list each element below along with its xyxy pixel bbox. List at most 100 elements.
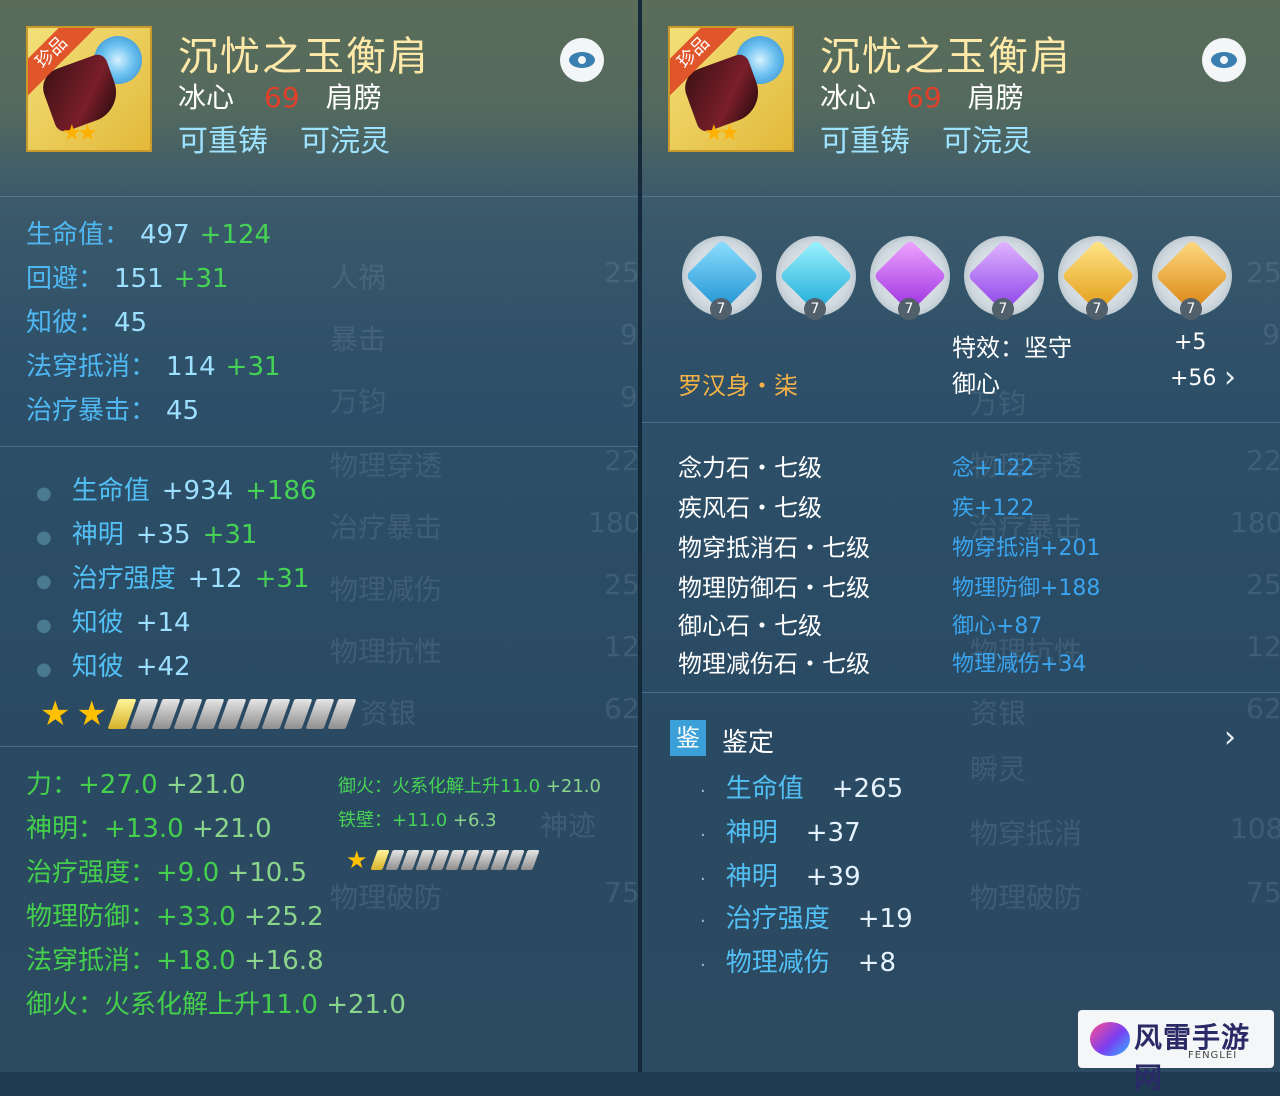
item-slot: 肩膀 (325, 81, 382, 114)
bg-word: 物理破防 (970, 881, 1083, 914)
bg-word: 神迹 (540, 809, 597, 842)
bg-word: 资银 (360, 697, 417, 730)
item-title: 沉忧之玉衡肩 (178, 34, 430, 80)
set-name: 罗汉身・柒 (678, 372, 798, 400)
side-star-progress-bar: ★ (346, 846, 540, 874)
item-tags: 可重铸 可浣灵 (820, 116, 1064, 160)
base-stat: 回避： 151 +31 (26, 264, 229, 294)
appraisal-item: · 物理减伤 +8 (700, 948, 897, 978)
gem-socket-row: 7 7 7 7 7 7 (682, 236, 1246, 320)
chevron-right-icon[interactable]: › (1224, 360, 1236, 395)
item-level: 69 (906, 81, 942, 114)
appraisal-item: · 治疗强度 +19 (700, 904, 913, 934)
bg-number: 12 (604, 630, 638, 663)
item-level: 69 (264, 81, 300, 114)
divider (642, 422, 1280, 423)
tag-recast: 可重铸 (178, 124, 268, 159)
tag-infuse: 可浣灵 (300, 124, 390, 159)
refine-stat: 治疗强度：+9.0 +10.5 (26, 858, 308, 888)
bg-number: 108 (1230, 812, 1280, 845)
stone-name: 物穿抵消石・七级 (678, 534, 870, 562)
fenglei-logo-icon (1090, 1022, 1130, 1056)
item-header: 珍品 ★★ 沉忧之玉衡肩 冰心 69 肩膀 可重铸 可浣灵 (642, 0, 1280, 190)
item-header: 珍品 ★★ 沉忧之玉衡肩 冰心 69 肩膀 可重铸 可浣灵 (0, 0, 638, 190)
refine-stat: 物理防御：+33.0 +25.2 (26, 902, 324, 932)
bg-word: 人祸 (330, 261, 387, 294)
bg-number: 9 (620, 318, 638, 351)
eye-icon[interactable] (1202, 38, 1246, 82)
bg-number: 25 (604, 256, 638, 289)
bg-word: 万钧 (330, 385, 387, 418)
refine-stat: 力：+27.0 +21.0 (26, 770, 246, 800)
bg-word: 治疗暴击 (330, 511, 443, 544)
bg-number: 62 (604, 692, 638, 725)
effect-label: 御心 (952, 370, 1000, 398)
base-stat: 法穿抵消： 114 +31 (26, 352, 281, 382)
stone-effect: 疾+122 (952, 496, 1035, 521)
extra-stat: ● 神明 +35 +31 (36, 520, 258, 550)
gem-socket-gold[interactable]: 7 (1058, 236, 1138, 320)
equipment-panel-right: 万钧 物理穿透 治疗暴击 物理抗性 资银 瞬灵 物穿抵消 物理破防 25 9 2… (642, 0, 1280, 1072)
gem-socket-violet[interactable]: 7 (964, 236, 1044, 320)
tag-infuse: 可浣灵 (942, 124, 1032, 159)
gem-socket-purple[interactable]: 7 (870, 236, 950, 320)
stone-effect: 物穿抵消+201 (952, 536, 1101, 561)
gem-socket-cyan[interactable]: 7 (776, 236, 856, 320)
item-school: 冰心 (820, 81, 877, 114)
stone-name: 疾风石・七级 (678, 494, 822, 522)
divider (642, 692, 1280, 693)
bg-word: 暴击 (330, 323, 387, 356)
bg-number: 180 (588, 506, 638, 539)
star-icon: ★ (76, 694, 107, 734)
appraisal-badge: 鉴 (670, 720, 706, 756)
divider (0, 746, 638, 747)
base-stat: 治疗暴击： 45 (26, 396, 200, 426)
star-rating-icon: ★★ (704, 121, 740, 146)
bg-word: 物理抗性 (330, 635, 443, 668)
side-stat: 御火：火系化解上升11.0 +21.0 (338, 776, 601, 797)
gem-socket-amber[interactable]: 7 (1152, 236, 1232, 320)
tag-recast: 可重铸 (820, 124, 910, 159)
stone-name: 御心石・七级 (678, 612, 822, 640)
watermark-logo: 风雷手游网 FENGLEI (1078, 1010, 1274, 1094)
appraisal-item: · 生命值 +265 (700, 774, 904, 804)
stone-name: 物理减伤石・七级 (678, 650, 870, 678)
bg-word: 瞬灵 (970, 753, 1027, 786)
item-tags: 可重铸 可浣灵 (178, 116, 422, 160)
extra-stat: ● 知彼 +42 (36, 652, 191, 682)
bg-number: 9 (1262, 318, 1280, 351)
star-rating-icon: ★★ (62, 121, 98, 146)
bg-number: 22 (604, 444, 638, 477)
item-slot: 肩膀 (967, 81, 1024, 114)
bg-number: 9 (620, 380, 638, 413)
appraisal-title: 鉴定 (722, 728, 775, 758)
extra-stat: ● 知彼 +14 (36, 608, 191, 638)
star-progress-bar: ★ ★ (40, 694, 357, 734)
appraisal-item: · 神明 +37 (700, 818, 861, 848)
gem-socket-blue[interactable]: 7 (682, 236, 762, 320)
bg-word: 物穿抵消 (970, 817, 1083, 850)
chevron-right-icon[interactable]: › (1224, 720, 1236, 755)
bg-number: 25 (1246, 256, 1280, 289)
stone-effect: 御心+87 (952, 614, 1043, 639)
effect-label: 特效：坚守 (952, 334, 1072, 362)
bg-word: 资银 (970, 697, 1027, 730)
stone-effect: 物理减伤+34 (952, 652, 1087, 677)
item-subinfo: 冰心 69 肩膀 (178, 76, 382, 116)
extra-stat: ● 治疗强度 +12 +31 (36, 564, 310, 594)
base-stat: 生命值： 497 +124 (26, 220, 272, 250)
effect-value: +56 (1170, 366, 1217, 391)
divider (0, 446, 638, 447)
item-title: 沉忧之玉衡肩 (820, 34, 1072, 80)
equipment-panel-left: 人祸 暴击 万钧 物理穿透 治疗暴击 物理减伤 物理抗性 资银 神迹 物理破防 … (0, 0, 638, 1072)
item-school: 冰心 (178, 81, 235, 114)
stone-name: 物理防御石・七级 (678, 574, 870, 602)
bg-number: 22 (1246, 444, 1280, 477)
side-stat: 铁壁：+11.0 +6.3 (338, 810, 497, 831)
stone-effect: 念+122 (952, 456, 1035, 481)
item-icon: 珍品 ★★ (668, 26, 794, 152)
stone-effect: 物理防御+188 (952, 576, 1101, 601)
eye-icon[interactable] (560, 38, 604, 82)
bg-number: 75 (1246, 876, 1280, 909)
bg-number: 75 (604, 876, 638, 909)
